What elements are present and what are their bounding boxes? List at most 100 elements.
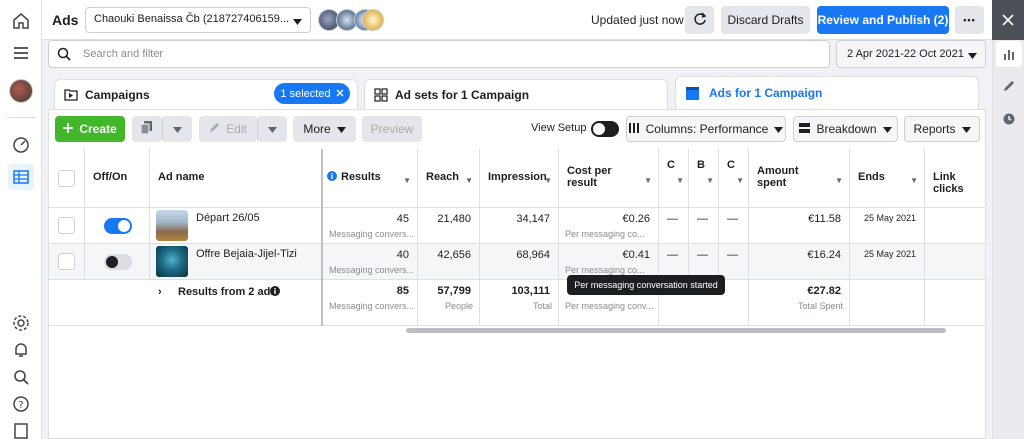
refresh-icon xyxy=(693,11,707,29)
search-input[interactable]: Search and filter xyxy=(83,48,163,60)
tab-ads[interactable]: Ads for 1 Campaign xyxy=(675,76,979,111)
header-select xyxy=(49,149,85,208)
home-icon[interactable] xyxy=(8,8,34,34)
create-button[interactable]: Create xyxy=(55,116,125,142)
sort-icon[interactable]: ▼ xyxy=(403,176,411,185)
sort-icon[interactable]: ▼ xyxy=(736,176,744,185)
toggle-knob xyxy=(106,256,118,268)
reports-button[interactable]: Reports xyxy=(904,116,980,142)
info-icon[interactable] xyxy=(327,171,337,184)
columns-button[interactable]: Columns: Performance xyxy=(626,116,786,142)
duplicate-button[interactable] xyxy=(132,116,162,142)
ad-toggle-off[interactable] xyxy=(104,254,132,270)
breakdown-button[interactable]: Breakdown xyxy=(793,116,898,142)
close-icon[interactable] xyxy=(336,88,344,100)
duplicate-dropdown[interactable] xyxy=(162,116,192,142)
chevron-down-icon xyxy=(961,122,971,136)
dashboard-icon[interactable] xyxy=(8,131,34,157)
header-link-clicks[interactable]: Link clicks xyxy=(925,149,985,208)
pencil-icon xyxy=(209,122,220,136)
search-icon[interactable] xyxy=(8,364,34,390)
table-row[interactable]: Offre Bejaia-Jijel-Tizi 40 Messaging con… xyxy=(49,244,985,280)
selected-chip-label: 1 selected xyxy=(280,87,331,100)
select-all-checkbox[interactable] xyxy=(58,170,75,187)
ad-icon xyxy=(685,86,700,104)
header-ends[interactable]: Ends ▼ xyxy=(850,149,925,208)
refresh-button[interactable] xyxy=(685,6,714,34)
page-avatar-3[interactable] xyxy=(362,9,384,31)
toggle-knob xyxy=(118,220,130,232)
sort-icon[interactable]: ▼ xyxy=(544,176,552,185)
copy-icon xyxy=(140,121,153,137)
settings-icon[interactable] xyxy=(8,310,34,336)
ad-name[interactable]: Départ 26/05 xyxy=(196,212,260,224)
ad-toggle-on[interactable] xyxy=(104,218,132,234)
sort-icon[interactable]: ▼ xyxy=(465,176,473,185)
header-amount-spent[interactable]: Amount spent ▼ xyxy=(749,149,850,208)
discard-drafts-button[interactable]: Discard Drafts xyxy=(721,6,810,34)
info-icon[interactable] xyxy=(270,286,280,299)
menu-icon[interactable] xyxy=(8,40,34,66)
header-impression[interactable]: Impression ▼ xyxy=(480,149,559,208)
tab-campaigns-label: Campaigns xyxy=(85,88,150,102)
header-results[interactable]: Results ▼ xyxy=(323,149,418,208)
header-col-c3[interactable]: C ▼ xyxy=(719,149,749,208)
report-icon[interactable] xyxy=(8,418,34,439)
ad-thumbnail[interactable] xyxy=(156,210,188,241)
more-button[interactable]: More xyxy=(293,116,356,142)
chevron-down-icon xyxy=(774,122,784,136)
chart-icon[interactable] xyxy=(996,41,1022,67)
header-cost-per-result-label: Cost per result xyxy=(567,165,612,189)
edit-button[interactable]: Edit xyxy=(199,116,257,142)
header-cost-per-result[interactable]: Cost per result ▼ xyxy=(559,149,659,208)
view-setup-toggle[interactable] xyxy=(591,121,619,137)
sort-icon[interactable]: ▼ xyxy=(676,176,684,185)
ad-thumbnail[interactable] xyxy=(156,246,188,277)
header-onoff[interactable]: Off/On xyxy=(85,149,150,208)
close-panel-button[interactable] xyxy=(992,0,1024,40)
row-checkbox[interactable] xyxy=(58,253,75,270)
pencil-icon[interactable] xyxy=(996,73,1022,99)
sort-icon[interactable]: ▼ xyxy=(644,176,652,185)
review-publish-button[interactable]: Review and Publish (2) xyxy=(817,6,949,34)
sort-icon[interactable]: ▼ xyxy=(835,176,843,185)
create-label: Create xyxy=(79,122,117,136)
header-reach[interactable]: Reach ▼ xyxy=(418,149,480,208)
preview-button[interactable]: Preview xyxy=(362,116,422,142)
summary-reach-sub: People xyxy=(444,301,473,311)
header-col-c2[interactable]: B ▼ xyxy=(689,149,719,208)
bell-icon[interactable] xyxy=(8,337,34,363)
header-onoff-label: Off/On xyxy=(93,171,128,183)
header-col-c2-label: B xyxy=(697,159,705,171)
tab-ad-sets[interactable]: Ad sets for 1 Campaign xyxy=(364,79,668,111)
amount-value: €11.58 xyxy=(808,213,841,225)
chevron-down-icon xyxy=(882,122,892,136)
empty-value: — xyxy=(697,213,708,225)
empty-value: — xyxy=(667,213,678,225)
table-icon[interactable] xyxy=(8,164,34,190)
account-selector[interactable]: Chaouki Benaissa Čb (218727406159... xyxy=(85,7,311,33)
results-sublabel: Messaging convers... xyxy=(329,229,413,239)
header-ad-name[interactable]: Ad name xyxy=(150,149,322,208)
reach-value: 42,656 xyxy=(437,249,471,261)
date-range-label: 2 Apr 2021-22 Oct 2021 xyxy=(847,48,964,60)
history-icon[interactable] xyxy=(996,106,1022,132)
more-options-button[interactable]: ••• xyxy=(955,6,984,34)
breakdown-label: Breakdown xyxy=(816,122,877,136)
help-icon[interactable]: ? xyxy=(8,391,34,417)
ends-value: 25 May 2021 xyxy=(863,249,916,259)
columns-icon xyxy=(628,122,640,136)
edit-dropdown[interactable] xyxy=(257,116,287,142)
header-col-c1[interactable]: C ▼ xyxy=(659,149,689,208)
horizontal-scrollbar[interactable] xyxy=(406,328,946,333)
chevron-right-icon[interactable]: › xyxy=(158,286,162,298)
row-checkbox[interactable] xyxy=(58,217,75,234)
ad-name[interactable]: Offre Bejaia-Jijel-Tizi xyxy=(196,248,297,260)
table-row[interactable]: Départ 26/05 45 Messaging convers... 21,… xyxy=(49,208,985,244)
selected-chip[interactable]: 1 selected xyxy=(274,83,350,104)
date-range-picker[interactable]: 2 Apr 2021-22 Oct 2021 xyxy=(836,40,986,68)
sort-icon[interactable]: ▼ xyxy=(706,176,714,185)
search-bar[interactable]: Search and filter xyxy=(48,40,830,68)
avatar[interactable] xyxy=(9,79,33,103)
sort-icon[interactable]: ▼ xyxy=(910,176,918,185)
